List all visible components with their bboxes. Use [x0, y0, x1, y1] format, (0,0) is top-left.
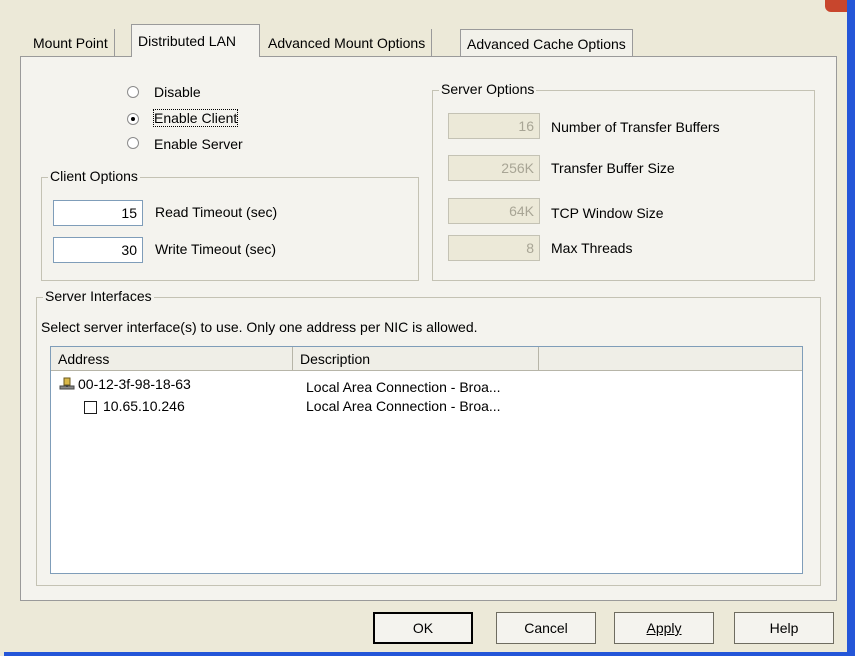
write-timeout-input[interactable]: 30 — [53, 237, 143, 263]
column-header-address[interactable]: Address — [51, 347, 293, 371]
distributed-lan-panel: Disable Enable Client Enable Server Clie… — [20, 56, 837, 601]
write-timeout-label: Write Timeout (sec) — [155, 241, 277, 257]
window-left-border — [0, 0, 4, 656]
tab-distributed-lan[interactable]: Distributed LAN — [131, 24, 260, 57]
max-threads-label: Max Threads — [551, 240, 633, 256]
interface-description: Local Area Connection - Broa... — [306, 379, 501, 395]
buffer-size-label: Transfer Buffer Size — [551, 160, 675, 176]
transfer-buffers-label: Number of Transfer Buffers — [551, 119, 720, 135]
window-bottom-border — [0, 652, 855, 656]
list-item[interactable]: 00-12-3f-98-18-63 — [59, 376, 191, 394]
interface-address: 10.65.10.246 — [103, 398, 185, 414]
client-options-group: Client Options 15 Read Timeout (sec) 30 … — [41, 168, 419, 281]
column-header-empty[interactable] — [539, 347, 802, 371]
read-timeout-input[interactable]: 15 — [53, 200, 143, 226]
tab-advanced-mount-options[interactable]: Advanced Mount Options — [262, 29, 433, 56]
tab-advanced-cache-options[interactable]: Advanced Cache Options — [460, 29, 633, 56]
radio-enable-client[interactable] — [127, 113, 139, 125]
radio-disable-label: Disable — [154, 84, 201, 100]
radio-enable-server[interactable] — [127, 137, 139, 149]
server-interfaces-list[interactable]: Address Description 00-12-3f-98-18-63 Lo… — [50, 346, 803, 574]
client-options-legend: Client Options — [48, 168, 140, 184]
window-title-strip — [0, 0, 855, 12]
ok-button[interactable]: OK — [373, 612, 473, 644]
tcp-window-input: 64K — [448, 198, 540, 224]
server-options-legend: Server Options — [439, 81, 537, 97]
apply-button-label: Apply — [646, 620, 682, 636]
help-button[interactable]: Help — [734, 612, 834, 644]
radio-disable[interactable] — [127, 86, 139, 98]
read-timeout-label: Read Timeout (sec) — [155, 204, 278, 220]
cancel-button[interactable]: Cancel — [496, 612, 596, 644]
server-interfaces-instruction: Select server interface(s) to use. Only … — [41, 319, 478, 335]
tab-label: Advanced Cache Options — [467, 36, 626, 52]
tab-mount-point[interactable]: Mount Point — [27, 29, 115, 56]
tab-label: Advanced Mount Options — [268, 35, 426, 51]
radio-enable-server-label: Enable Server — [154, 136, 243, 152]
tcp-window-label: TCP Window Size — [551, 205, 664, 221]
column-header-description[interactable]: Description — [293, 347, 539, 371]
tab-label: Distributed LAN — [138, 33, 237, 49]
interface-description: Local Area Connection - Broa... — [306, 398, 501, 414]
window-right-border — [847, 0, 855, 656]
max-threads-input: 8 — [448, 235, 540, 261]
radio-enable-client-label: Enable Client — [152, 109, 239, 127]
buffer-size-input: 256K — [448, 155, 540, 181]
server-options-group: Server Options 16 Number of Transfer Buf… — [432, 81, 815, 281]
tab-label: Mount Point — [33, 35, 108, 51]
apply-button[interactable]: Apply — [614, 612, 714, 644]
server-interfaces-legend: Server Interfaces — [43, 288, 154, 304]
interface-address: 00-12-3f-98-18-63 — [78, 376, 191, 392]
network-adapter-icon — [59, 377, 75, 394]
transfer-buffers-input: 16 — [448, 113, 540, 139]
interface-checkbox[interactable] — [84, 401, 97, 414]
